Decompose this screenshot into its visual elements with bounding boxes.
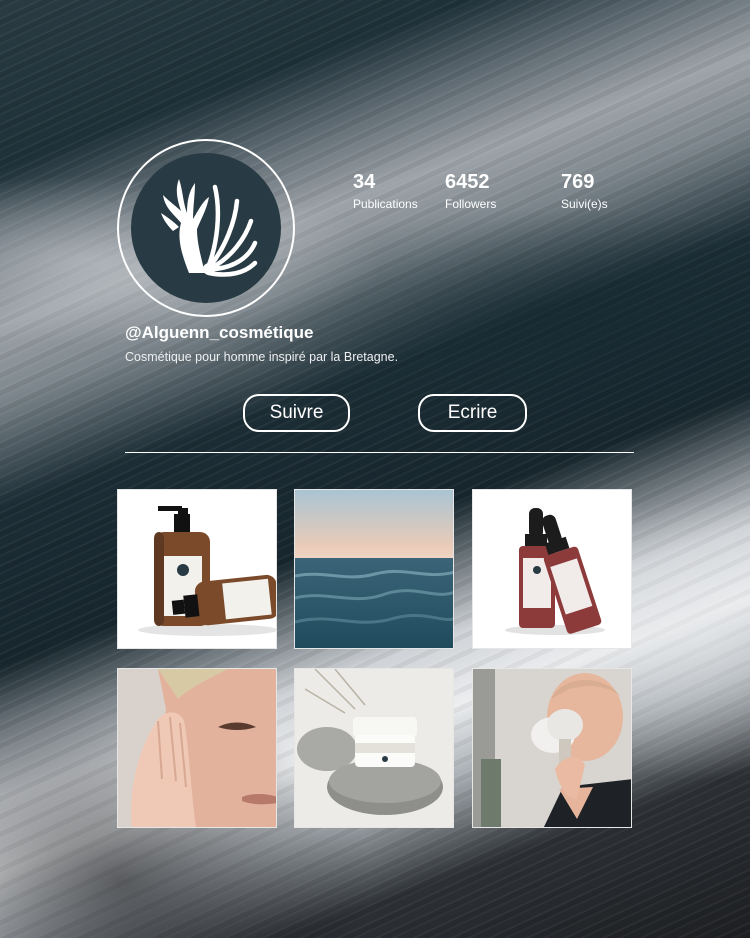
post-thumbnail-face-cream[interactable] <box>117 668 277 828</box>
stat-value: 34 <box>353 171 376 193</box>
stat-publications[interactable]: 34 Publications <box>353 170 418 212</box>
stat-label: Publications <box>353 197 418 211</box>
divider <box>125 452 634 453</box>
stat-followers[interactable]: 6452 Followers <box>445 170 496 212</box>
seaweed-shell-logo-icon <box>161 179 258 277</box>
post-thumbnail-shaving[interactable] <box>472 668 632 828</box>
post-thumbnail-ocean[interactable] <box>294 489 454 649</box>
stat-label: Followers <box>445 197 497 211</box>
post-thumbnail-bottles[interactable] <box>117 489 277 649</box>
amber-pump-bottles-photo <box>118 490 276 648</box>
avatar[interactable] <box>131 153 281 303</box>
post-thumbnail-serums[interactable] <box>472 489 632 649</box>
man-applying-cream-photo <box>118 669 276 827</box>
stat-following[interactable]: 769 Suivi(e)s <box>561 170 608 212</box>
man-shaving-brush-photo <box>473 669 631 827</box>
red-serum-dropper-bottles-photo <box>473 490 631 648</box>
post-thumbnail-cream-jar[interactable] <box>294 668 454 828</box>
follow-button[interactable]: Suivre <box>243 394 350 432</box>
stat-value: 769 <box>561 171 595 193</box>
stat-label: Suivi(e)s <box>561 197 608 211</box>
stat-value: 6452 <box>445 171 490 193</box>
message-button[interactable]: Ecrire <box>418 394 527 432</box>
profile-handle: @Alguenn_cosmétique <box>125 323 314 342</box>
ocean-waves-photo <box>295 490 453 648</box>
cream-jar-on-stones-photo <box>295 669 453 827</box>
profile-bio: Cosmétique pour homme inspiré par la Bre… <box>125 350 399 364</box>
